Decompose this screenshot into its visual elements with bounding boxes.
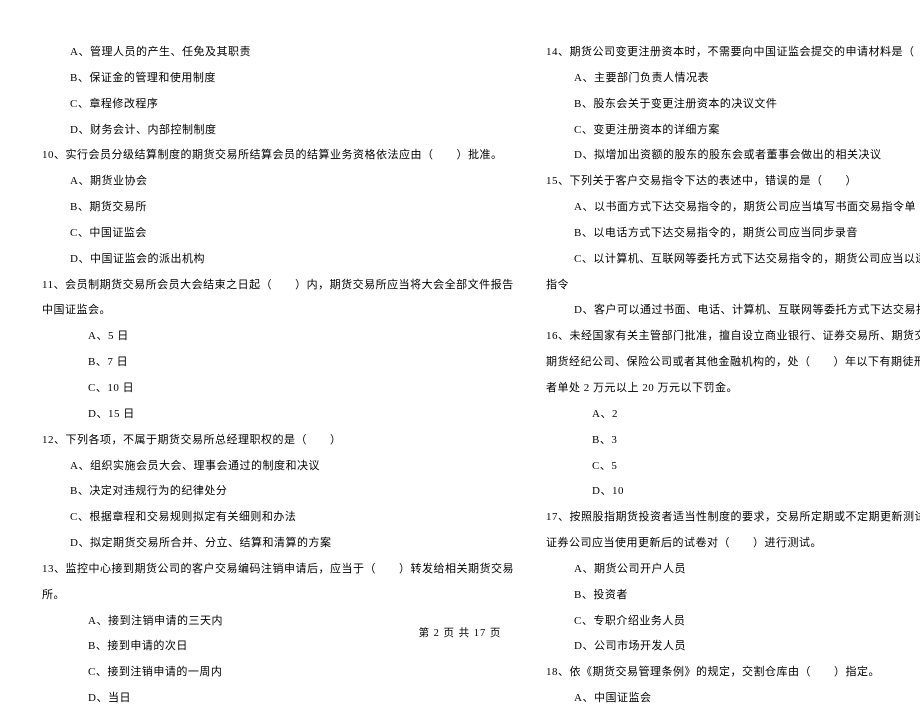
question-stem: 10、实行会员分级结算制度的期货交易所结算会员的结算业务资格依法应由（ ）批准。 — [30, 143, 514, 169]
option: D、拟增加出资额的股东的股东会或者董事会做出的相关决议 — [534, 143, 920, 169]
question-stem-cont: 期货经纪公司、保险公司或者其他金融机构的，处（ ）年以下有期徒刑或者拘役，并处或 — [534, 350, 920, 376]
option: A、管理人员的产生、任免及其职责 — [30, 40, 514, 66]
option: C、接到注销申请的一周内 — [30, 660, 514, 686]
option: A、以书面方式下达交易指令的，期货公司应当填写书面交易指令单 — [534, 195, 920, 221]
option: A、主要部门负责人情况表 — [534, 66, 920, 92]
option: A、2 — [534, 402, 920, 428]
option: B、以电话方式下达交易指令的，期货公司应当同步录音 — [534, 221, 920, 247]
option: D、当日 — [30, 686, 514, 712]
option: D、财务会计、内部控制制度 — [30, 118, 514, 144]
option: A、组织实施会员大会、理事会通过的制度和决议 — [30, 454, 514, 480]
question-stem-cont: 者单处 2 万元以上 20 万元以下罚金。 — [534, 376, 920, 402]
question-stem: 12、下列各项，不属于期货交易所总经理职权的是（ ） — [30, 428, 514, 454]
option: B、投资者 — [534, 583, 920, 609]
right-column: 14、期货公司变更注册资本时，不需要向中国证监会提交的申请材料是（ ） A、主要… — [534, 40, 920, 585]
question-stem: 18、依《期货交易管理条例》的规定，交割仓库由（ ）指定。 — [534, 660, 920, 686]
exam-page: A、管理人员的产生、任免及其职责 B、保证金的管理和使用制度 C、章程修改程序 … — [0, 0, 920, 610]
option: B、7 日 — [30, 350, 514, 376]
option: B、保证金的管理和使用制度 — [30, 66, 514, 92]
option: B、股东会关于变更注册资本的决议文件 — [534, 92, 920, 118]
question-stem-cont: 中国证监会。 — [30, 298, 514, 324]
question-stem-cont: 证券公司应当使用更新后的试卷对（ ）进行测试。 — [534, 531, 920, 557]
question-stem-cont: 所。 — [30, 583, 514, 609]
option: D、15 日 — [30, 402, 514, 428]
question-stem: 11、会员制期货交易所会员大会结束之日起（ ）内，期货交易所应当将大会全部文件报… — [30, 273, 514, 299]
option: C、变更注册资本的详细方案 — [534, 118, 920, 144]
option: C、以计算机、互联网等委托方式下达交易指令的，期货公司应当以适当的方式保存该交易 — [534, 247, 920, 273]
option: B、决定对违规行为的纪律处分 — [30, 479, 514, 505]
question-stem: 14、期货公司变更注册资本时，不需要向中国证监会提交的申请材料是（ ） — [534, 40, 920, 66]
option: D、中国证监会的派出机构 — [30, 247, 514, 273]
option: D、10 — [534, 479, 920, 505]
option: C、10 日 — [30, 376, 514, 402]
question-stem: 15、下列关于客户交易指令下达的表述中，错误的是（ ） — [534, 169, 920, 195]
option: C、根据章程和交易规则拟定有关细则和办法 — [30, 505, 514, 531]
option: A、期货业协会 — [30, 169, 514, 195]
option: B、3 — [534, 428, 920, 454]
option: D、拟定期货交易所合并、分立、结算和清算的方案 — [30, 531, 514, 557]
question-stem: 13、监控中心接到期货公司的客户交易编码注销申请后，应当于（ ）转发给相关期货交… — [30, 557, 514, 583]
page-footer: 第 2 页 共 17 页 — [0, 625, 920, 640]
question-stem: 16、未经国家有关主管部门批准，擅自设立商业银行、证券交易所、期货交易所、证券公… — [534, 324, 920, 350]
option: C、5 — [534, 454, 920, 480]
left-column: A、管理人员的产生、任免及其职责 B、保证金的管理和使用制度 C、章程修改程序 … — [30, 40, 514, 585]
option: C、章程修改程序 — [30, 92, 514, 118]
option: A、期货公司开户人员 — [534, 557, 920, 583]
option: C、中国证监会 — [30, 221, 514, 247]
option: B、期货交易所 — [30, 195, 514, 221]
question-stem: 17、按照股指期货投资者适当性制度的要求，交易所定期或不定期更新测试试卷，期货公… — [534, 505, 920, 531]
option-cont: 指令 — [534, 273, 920, 299]
option: A、中国证监会 — [534, 686, 920, 712]
option: D、客户可以通过书面、电话、计算机、互联网等委托方式下达交易指令 — [534, 298, 920, 324]
option: A、5 日 — [30, 324, 514, 350]
